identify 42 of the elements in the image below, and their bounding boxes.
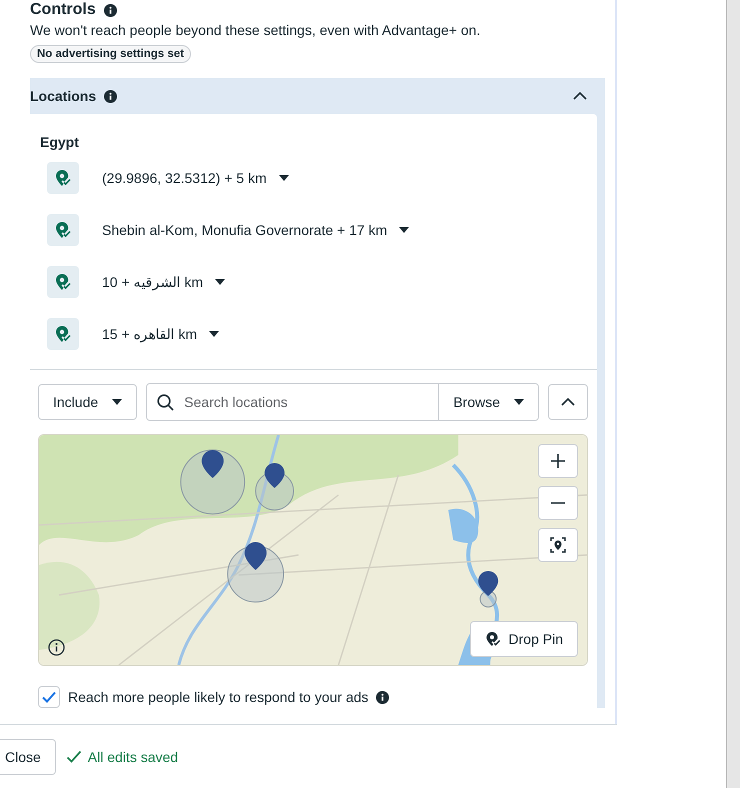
- checkmark-icon: [41, 689, 57, 705]
- status-badge: No advertising settings set: [30, 45, 191, 63]
- caret-icon: [209, 331, 220, 337]
- include-dropdown[interactable]: Include: [38, 384, 138, 420]
- zoom-in-button[interactable]: [538, 444, 578, 478]
- info-icon[interactable]: [104, 4, 117, 16]
- location-dropdown[interactable]: Shebin al-Kom, Monufia Governorate + 17 km: [102, 222, 410, 238]
- browse-dropdown[interactable]: Browse: [438, 384, 538, 420]
- search-icon: [157, 394, 174, 410]
- section-title: Controls: [30, 1, 96, 19]
- info-icon[interactable]: [48, 639, 65, 656]
- recenter-button[interactable]: [538, 528, 578, 562]
- close-button[interactable]: Close: [0, 738, 56, 774]
- caret-icon: [215, 279, 226, 285]
- location-pin-icon: [47, 266, 79, 298]
- location-target-icon: [550, 537, 566, 553]
- description-text: We won't reach people beyond these settings, even with Advantage+ on.: [30, 22, 482, 38]
- country-label: Egypt: [40, 134, 80, 150]
- status-text: All edits saved: [88, 748, 178, 764]
- caret-icon: [399, 227, 410, 233]
- location-dropdown[interactable]: 10 + الشرقيه km: [102, 274, 226, 290]
- info-icon[interactable]: [104, 90, 118, 102]
- location-dropdown[interactable]: 15 + القاهره km: [102, 326, 220, 342]
- search-field[interactable]: Search locations Browse: [146, 383, 539, 421]
- collapse-button[interactable]: [548, 384, 588, 420]
- checkbox[interactable]: [38, 686, 60, 708]
- location-pin-icon: [47, 318, 79, 350]
- panel-title: Locations: [30, 88, 96, 104]
- pin-icon: [484, 631, 501, 647]
- caret-icon: [278, 175, 289, 181]
- location-pin-icon: [47, 214, 79, 246]
- checkbox-label: Reach more people likely to respond to your ads: [68, 689, 368, 705]
- checkmark-icon: [66, 748, 82, 764]
- location-pin-icon: [47, 162, 79, 194]
- location-dropdown[interactable]: (29.9896, 32.5312) + 5 km: [102, 170, 289, 186]
- drop-pin-button[interactable]: Drop Pin: [470, 621, 578, 657]
- caret-icon: [112, 399, 122, 405]
- info-icon[interactable]: [376, 690, 390, 704]
- zoom-out-button[interactable]: [538, 486, 578, 520]
- minus-icon: [550, 502, 566, 504]
- plus-icon: [550, 453, 566, 469]
- caret-icon: [514, 399, 524, 405]
